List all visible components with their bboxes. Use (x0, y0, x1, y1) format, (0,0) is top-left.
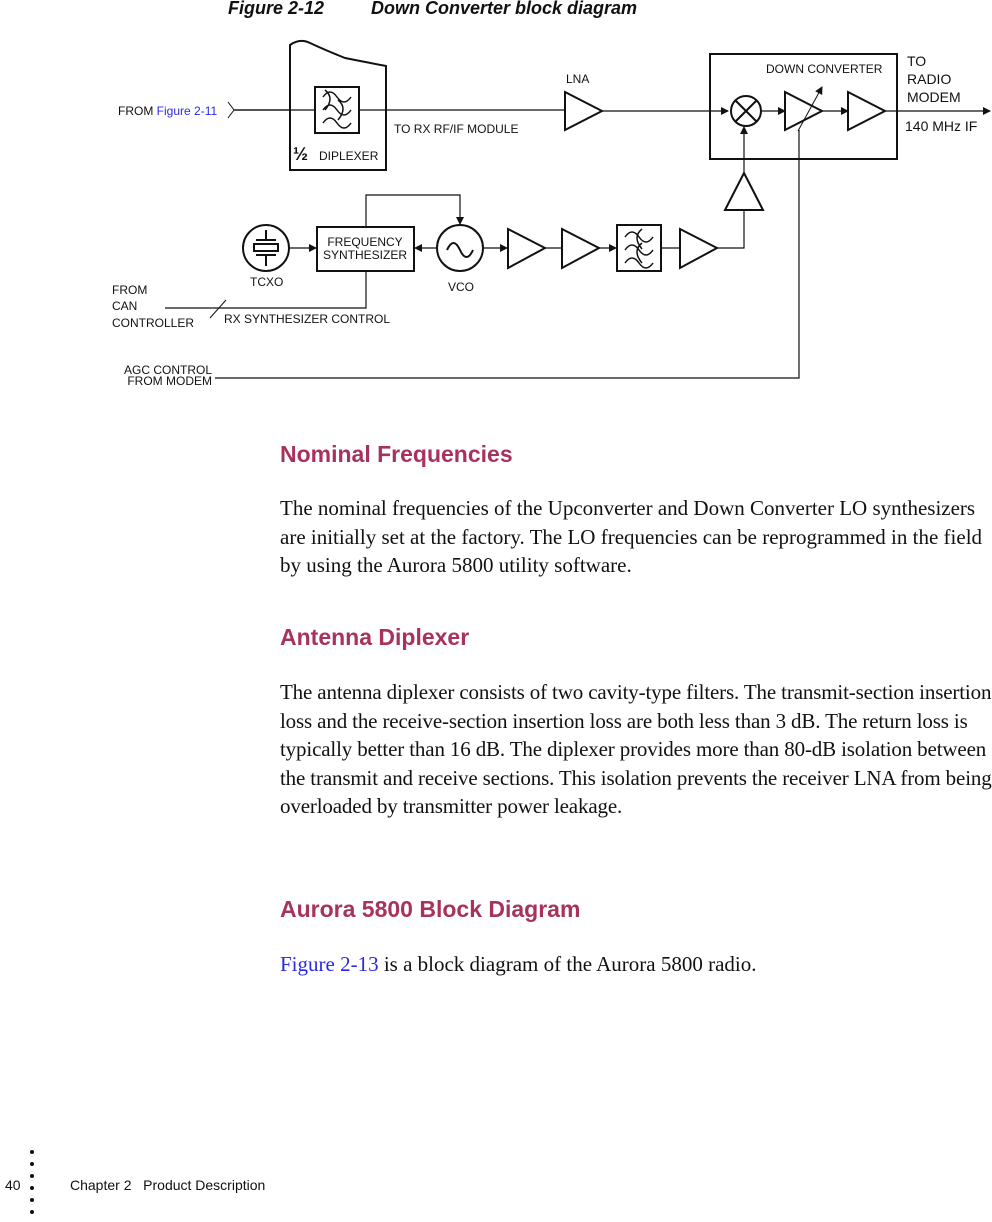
svg-text:RADIO: RADIO (907, 71, 951, 87)
mixer-icon (730, 95, 762, 127)
input-chevron-icon (227, 101, 235, 119)
from-label: FROM Figure 2-11 (118, 104, 217, 118)
lo-buffer-amplifier-icon (723, 170, 765, 211)
svg-text:SYNTHESIZER: SYNTHESIZER (323, 248, 407, 262)
down-converter-label: DOWN CONVERTER (766, 62, 883, 76)
to-rx-module-label: TO RX RF/IF MODULE (394, 122, 518, 136)
lo-amplifier-1-icon (507, 227, 548, 270)
lo-amplifier-3-icon (679, 227, 720, 270)
lo-filter-icon (616, 224, 662, 272)
svg-text:½: ½ (293, 144, 308, 164)
heading-antenna-diplexer: Antenna Diplexer (280, 624, 470, 650)
down-converter-diagram: FROM Figure 2-11 ½ DIPLEXER TO RX RF/IF … (112, 39, 991, 388)
heading-block-diagram: Aurora 5800 Block Diagram (280, 896, 581, 922)
svg-text:MODEM: MODEM (907, 89, 961, 105)
diplexer-block: ½ DIPLEXER (234, 39, 387, 171)
vco-icon (436, 224, 484, 272)
svg-text:FROM MODEM: FROM MODEM (127, 374, 212, 388)
if-amplifier-icon (847, 90, 888, 132)
if-frequency-label: 140 MHz IF (905, 118, 977, 134)
paragraph-antenna-diplexer: The antenna diplexer consists of two cav… (280, 680, 992, 818)
lna-label: LNA (566, 72, 589, 86)
svg-text:TCXO: TCXO (250, 275, 283, 289)
svg-text:CONTROLLER: CONTROLLER (112, 316, 194, 330)
page-number: 40 (5, 1177, 21, 1193)
svg-text:VCO: VCO (448, 280, 474, 294)
tcxo-icon (242, 224, 290, 272)
svg-text:CAN: CAN (112, 299, 137, 313)
svg-text:FROM: FROM (112, 283, 147, 297)
figure-2-13-link[interactable]: Figure 2-13 (280, 952, 379, 976)
paragraph-nominal-frequencies: The nominal frequencies of the Upconvert… (280, 496, 983, 577)
lo-amplifier-2-icon (561, 227, 602, 270)
footer-dots-decoration (30, 1150, 36, 1222)
svg-text:RX SYNTHESIZER CONTROL: RX SYNTHESIZER CONTROL (224, 312, 390, 326)
heading-nominal-frequencies: Nominal Frequencies (280, 441, 513, 467)
lna-amplifier-icon (564, 90, 605, 132)
footer-chapter: Chapter 2 Product Description (70, 1177, 266, 1193)
svg-text:TO: TO (907, 53, 926, 69)
svg-text:DIPLEXER: DIPLEXER (319, 149, 379, 163)
paragraph-block-diagram: Figure 2-13 is a block diagram of the Au… (280, 952, 757, 976)
figure-2-11-link[interactable]: Figure 2-11 (157, 104, 218, 118)
svg-text:FREQUENCY: FREQUENCY (327, 235, 402, 249)
